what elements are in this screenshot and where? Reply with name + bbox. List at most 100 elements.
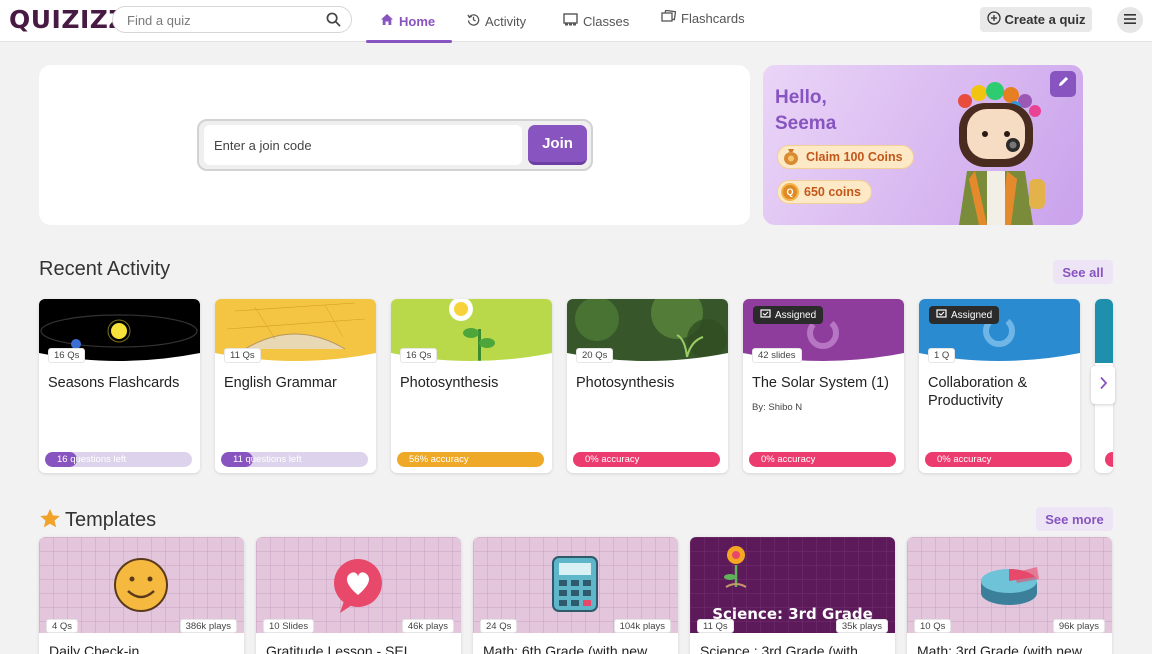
progress-label: 16 questions left	[57, 454, 127, 465]
chevron-right-icon	[1099, 376, 1108, 395]
activity-card[interactable]: Assigned 1 Q Collaboration & Productivit…	[919, 299, 1080, 473]
top-bar: QUIZIZZ Home Activity Classes Flashcards…	[0, 0, 1152, 43]
search-box[interactable]	[112, 6, 352, 33]
assignment-icon	[936, 308, 947, 322]
card-thumbnail	[1095, 299, 1113, 363]
classroom-icon	[563, 13, 578, 29]
progress-bar: 0% accuracy	[925, 452, 1072, 467]
progress-label: 0% accuracy	[761, 454, 816, 465]
join-button[interactable]: Join	[528, 125, 587, 165]
question-count-chip: 11 Qs	[224, 348, 261, 363]
claim-coins-label: Claim 100 Coins	[806, 150, 903, 164]
activity-card[interactable]: Assigned 42 slides The Solar System (1) …	[743, 299, 904, 473]
template-card[interactable]: 24 Qs 104k plays Math: 6th Grade (with n…	[473, 537, 678, 654]
template-plays-chip: 386k plays	[179, 619, 237, 633]
card-title: Photosynthesis	[400, 375, 499, 391]
progress-label: 0% accuracy	[585, 454, 640, 465]
plus-circle-icon	[986, 11, 1001, 28]
see-all-button[interactable]: See all	[1053, 260, 1113, 284]
question-count-chip: 16 Qs	[400, 348, 438, 363]
coin-icon: Q	[781, 183, 799, 201]
template-plays-chip: 104k plays	[613, 619, 671, 633]
coins-balance-label: 650 coins	[804, 185, 861, 199]
nav-flashcards-label: Flashcards	[681, 10, 745, 26]
greeting-text: Hello, Seema	[775, 85, 836, 137]
card-title: English Grammar	[224, 375, 337, 391]
menu-button[interactable]	[1117, 7, 1143, 33]
create-quiz-label: Create a quiz	[1004, 12, 1086, 27]
template-title: Math: 6th Grade (with new	[483, 643, 648, 654]
greeting-hello: Hello,	[775, 87, 827, 108]
nav-home[interactable]: Home	[366, 0, 452, 43]
progress-label: 11 questions left	[233, 454, 302, 465]
nav-home-label: Home	[399, 13, 436, 29]
claim-coins-button[interactable]: Claim 100 Coins	[777, 145, 914, 169]
template-card[interactable]: 10 Qs 96k plays Math: 3rd Grade (with ne…	[907, 537, 1112, 654]
see-more-button[interactable]: See more	[1036, 507, 1113, 531]
create-quiz-button[interactable]: Create a quiz	[980, 7, 1092, 32]
template-plays-chip: 35k plays	[835, 619, 888, 633]
progress-label: 56% accuracy	[409, 454, 469, 465]
search-icon[interactable]	[326, 12, 341, 32]
template-count-chip: 10 Slides	[263, 619, 315, 633]
join-code-input[interactable]	[204, 125, 522, 165]
template-count-chip: 10 Qs	[914, 619, 952, 633]
greeting-username: Seema	[775, 113, 837, 134]
assigned-badge: Assigned	[753, 306, 824, 324]
history-icon	[467, 13, 480, 29]
template-plays-chip: 46k plays	[401, 619, 454, 633]
activity-card[interactable]: 16 Qs Photosynthesis 56% accuracy	[391, 299, 552, 473]
question-count-chip: 1 Q	[928, 348, 956, 363]
assigned-label: Assigned	[951, 309, 993, 321]
template-title: Gratitude Lesson - SEL	[266, 643, 412, 654]
home-icon	[380, 13, 394, 29]
assigned-badge: Assigned	[929, 306, 1000, 324]
question-count-chip: 20 Qs	[576, 348, 614, 363]
template-title: Daily Check-in	[49, 643, 140, 654]
recent-activity-title: Recent Activity	[39, 258, 171, 280]
join-panel: Join	[39, 65, 750, 225]
progress-bar: 56% accuracy	[397, 452, 544, 467]
coins-balance: Q 650 coins	[777, 180, 872, 204]
quizizz-logo[interactable]: QUIZIZZ	[9, 5, 127, 34]
nav-classes-label: Classes	[583, 13, 630, 29]
card-title: Collaboration & Productivity	[928, 375, 1028, 409]
template-card[interactable]: 4 Qs 386k plays Daily Check-in	[39, 537, 244, 654]
nav-classes[interactable]: Classes	[549, 0, 643, 42]
activity-card[interactable]: 16 Qs Seasons Flashcards 16 questions le…	[39, 299, 200, 473]
search-input[interactable]	[127, 11, 317, 29]
template-count-chip: 11 Qs	[697, 619, 734, 633]
nav-activity-label: Activity	[485, 13, 527, 29]
progress-bar: 11 questions left	[221, 452, 368, 467]
template-card[interactable]: Science: 3rd Grade 11 Qs 35k plays Scien…	[690, 537, 895, 654]
nav-activity[interactable]: Activity	[453, 0, 540, 42]
assigned-label: Assigned	[775, 309, 817, 321]
card-author: By: Shibo N	[752, 402, 803, 413]
assignment-icon	[760, 308, 771, 322]
join-code-box: Join	[197, 119, 593, 171]
activity-card[interactable]: 20 Qs Photosynthesis 0% accuracy	[567, 299, 728, 473]
template-count-chip: 24 Qs	[480, 619, 518, 633]
flashcards-icon	[661, 9, 677, 26]
edit-avatar-button[interactable]	[1050, 71, 1076, 97]
star-icon	[39, 508, 61, 535]
template-title: Math: 3rd Grade (with new	[917, 643, 1082, 654]
activity-card[interactable]: 11 Qs English Grammar 11 questions left	[215, 299, 376, 473]
question-count-chip: 42 slides	[752, 348, 802, 363]
template-card[interactable]: 10 Slides 46k plays Gratitude Lesson - S…	[256, 537, 461, 654]
templates-heading: Templates	[39, 508, 156, 535]
greeting-panel: Hello, Seema Claim 100 Coins Q 650 coins	[763, 65, 1083, 225]
avatar-illustration	[953, 79, 1049, 225]
coin-bag-icon	[781, 146, 801, 169]
question-count-chip: 16 Qs	[48, 348, 86, 363]
nav-flashcards[interactable]: Flashcards	[647, 0, 759, 39]
hamburger-icon	[1124, 11, 1136, 29]
template-title: Science : 3rd Grade (with	[700, 643, 858, 654]
progress-bar: 0% accuracy	[573, 452, 720, 467]
card-title: The Solar System (1)	[752, 375, 889, 391]
progress-bar: 0% accuracy	[749, 452, 896, 467]
carousel-next-button[interactable]	[1091, 366, 1115, 404]
template-count-chip: 4 Qs	[46, 619, 79, 633]
card-title: Photosynthesis	[576, 375, 675, 391]
progress-bar	[1105, 452, 1113, 467]
